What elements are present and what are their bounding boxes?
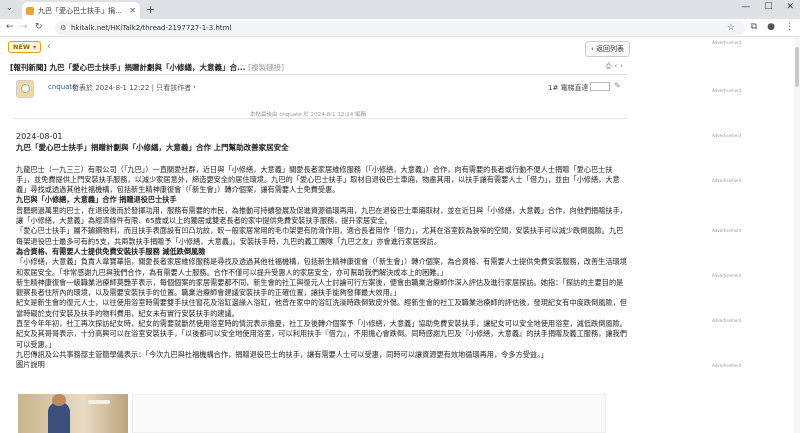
forward-icon[interactable]: → <box>20 22 28 32</box>
forum-page: NEW ▾ ‹ ‹ 返回列表 [報刊新聞] 九巴「愛心巴士扶手」捐贈計劃與「小修… <box>0 37 800 433</box>
profile-icon[interactable]: ● <box>767 22 775 32</box>
article-headline: 九巴「愛心巴士扶手」捐贈計劃與「小修繕，大意義」合作 上門幫助改善家居安全 <box>16 143 289 153</box>
ad-label: Advertisement <box>712 318 742 323</box>
ad-label: Advertisement <box>712 228 742 233</box>
subheading: 為合資格、有需要人士提供免費安裝扶手服務 減低跌倒風險 <box>16 246 206 256</box>
post-author-row: cnquate 發表於 2024-8-1 12:22 | 只看該作者 › 1# … <box>8 79 628 101</box>
scrollbar-thumb[interactable] <box>795 47 799 87</box>
window-controls: — ☐ ✕ <box>741 2 794 12</box>
thread-category[interactable]: [報刊新聞] <box>10 63 47 72</box>
subheading: 九巴與「小修繕，大意義」合作 捐贈退役巴士扶手 <box>16 195 177 205</box>
post-content: 2024-08-01 九巴「愛心巴士扶手」捐贈計劃與「小修繕，大意義」合作 上門… <box>16 132 628 371</box>
article-date: 2024-08-01 <box>16 132 63 141</box>
thread-title-text: 九巴「愛心巴士扶手」捐贈計劃與「小修繕，大意義」合... <box>49 63 246 72</box>
photo-handrail <box>88 400 110 404</box>
paragraph: 新生精神康復會一級職業治療師莫艷芋表示，每個個案的家居需要都不同，新生會的社工與… <box>16 277 624 298</box>
thread-tools: ⎙‹› <box>606 62 626 71</box>
edit-icon[interactable]: ✎ <box>614 81 621 90</box>
tab-close-icon[interactable]: ✕ <box>129 6 136 15</box>
post-meta: 發表於 2024-8-1 12:22 | 只看該作者 <box>72 84 192 92</box>
maximize-icon[interactable]: ☐ <box>764 2 772 12</box>
chevron-down-icon: ▾ <box>33 43 37 51</box>
article-photo[interactable] <box>18 394 128 433</box>
toolbar-icons: ⧉ ● ⋮ <box>751 22 794 32</box>
back-to-list-label: 返回列表 <box>596 45 625 53</box>
post-floor: 1# 電梯直達 <box>548 83 589 93</box>
paragraph: 直至今年年初，社工再次探訪紀女時，紀女的需要就斷然使用浴室時的情況表示擔憂，社工… <box>16 319 627 349</box>
back-to-list-button[interactable]: ‹ 返回列表 <box>585 41 631 57</box>
browser-tab[interactable]: 九巴「愛心巴士扶手」捐贈計... ✕ <box>22 2 140 19</box>
next-thread-icon[interactable]: › <box>620 62 626 70</box>
new-button[interactable]: NEW ▾ <box>8 41 42 53</box>
edit-note: 本帖最後由 cnquate 於 2024-8-1 12:24 編輯 <box>250 112 366 118</box>
bookmark-star-icon[interactable]: ☆ <box>727 21 735 35</box>
jump-floor-input[interactable] <box>590 82 610 91</box>
image-caption: 圖片說明 <box>16 360 45 370</box>
new-tab-icon[interactable]: + <box>146 3 155 16</box>
url-text: hkitalk.net/HKiTalk2/thread-2197727-1-3.… <box>71 24 232 32</box>
tab-title: 九巴「愛心巴士扶手」捐贈計... <box>38 6 127 15</box>
menu-icon[interactable]: ⋮ <box>785 22 794 32</box>
thread-title: [報刊新聞] 九巴「愛心巴士扶手」捐贈計劃與「小修繕，大意義」合... [複製鏈… <box>10 62 284 73</box>
ad-label: Advertisement <box>712 363 742 368</box>
extensions-icon[interactable]: ⧉ <box>751 22 757 32</box>
top-strip: NEW ▾ ‹ <box>8 41 51 53</box>
ad-label: Advertisement <box>712 273 742 278</box>
floor-number: 1# <box>548 84 559 92</box>
avatar[interactable] <box>16 80 34 98</box>
photo-person <box>48 402 70 433</box>
tab-search-icon[interactable]: ⌄ <box>6 3 13 12</box>
site-info-icon[interactable]: ⚙ <box>60 21 66 35</box>
paragraph: 曾聽網過萬里的巴士，在退役後而於發揮功用，服務有需要的市民，為推動可持續發展及促… <box>16 205 627 226</box>
post-divider <box>14 118 628 119</box>
site-favicon-icon <box>26 6 34 15</box>
ad-label: Advertisement <box>712 40 742 45</box>
reload-icon[interactable]: ↻ <box>35 22 43 32</box>
browser-tab-bar: ⌄ 九巴「愛心巴士扶手」捐贈計... ✕ + — ☐ ✕ <box>0 0 800 19</box>
avatar-face <box>21 84 30 93</box>
address-bar-row: ← → ↻ ⚙ hkitalk.net/HKiTalk2/thread-2197… <box>0 19 800 37</box>
ad-label: Advertisement <box>712 178 742 183</box>
article-photo-frame <box>132 394 606 433</box>
chevron-left-icon[interactable]: ‹ <box>47 42 51 52</box>
new-label: NEW <box>13 43 31 51</box>
paragraph: 「愛心巴士扶手」屬不鏽鋼物料，而且扶手表面設有凹凸坑紋，較一般家居常用的毛巾架更… <box>16 226 624 246</box>
paragraph: 「小修繕，大意義」負責人韋寶華指，關愛長者家居維修服務是尋找及透過其他社福機構，… <box>16 257 627 277</box>
minimize-icon[interactable]: — <box>741 2 750 12</box>
thread-title-bar: [報刊新聞] 九巴「愛心巴士扶手」捐贈計劃與「小修繕，大意義」合... [複製鏈… <box>8 58 628 75</box>
paragraph: 紀女是新生會的復元人士，以往使用浴室時需要雙手扶住窗花及浴缸邊緣入浴缸，他曾在家… <box>16 298 627 318</box>
back-icon[interactable]: ← <box>6 22 14 32</box>
jump-label: 電梯直達 <box>560 84 589 92</box>
ad-label: Advertisement <box>712 88 742 93</box>
copy-link-button[interactable]: [複製鏈接] <box>248 63 284 72</box>
photo-head <box>52 394 66 406</box>
url-input[interactable]: ⚙ hkitalk.net/HKiTalk2/thread-2197727-1-… <box>55 21 745 35</box>
page-scrollbar[interactable] <box>794 37 800 433</box>
window-close-icon[interactable]: ✕ <box>786 2 794 12</box>
paragraph: 九巴傳訊及公共事務部主管簡學儀表示：「今次九巴與社福機構合作，捐贈退役巴士的扶手… <box>16 349 548 359</box>
paragraph: 九龍巴士（一九三三）有限公司（「九巴」）一直關愛社群，近日與「小修繕，大意義」關… <box>16 164 620 195</box>
ad-label: Advertisement <box>712 133 742 138</box>
chevron-right-icon[interactable]: › <box>193 83 196 91</box>
